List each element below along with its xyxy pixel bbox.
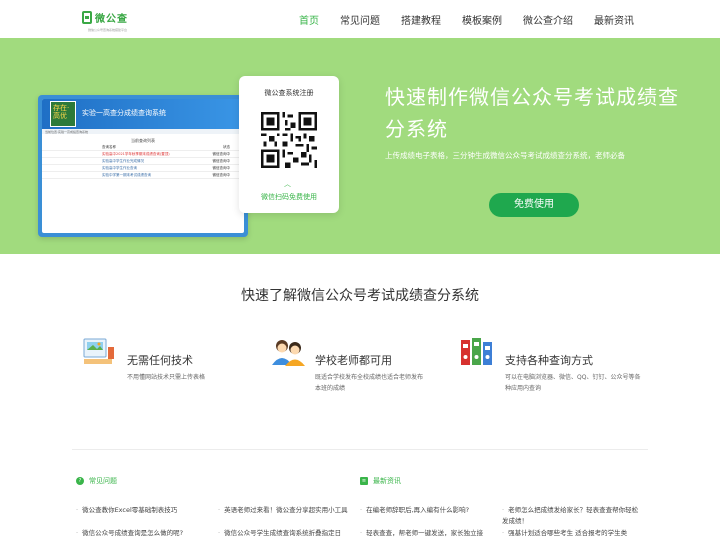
- hero-description: 上传成绩电子表格，三分钟生成微信公众号考试成绩查分系统，老师必备: [385, 151, 625, 160]
- logo-icon: [82, 11, 92, 24]
- feature-description: 可以在电脑浏览器、微信、QQ、钉钉、公众号等各种应用内查询: [505, 374, 641, 392]
- preview-row: 实验高中2021学年秋季期末成绩查询(置顶) 微信查询中: [42, 151, 244, 158]
- latest-news-heading-label: 最新资讯: [373, 477, 401, 485]
- nav-news[interactable]: 最新资讯: [594, 12, 634, 27]
- qr-register-card[interactable]: 微公查系统注册 ︿ 微信扫码免费使用: [239, 76, 339, 213]
- preview-row: 实验中学第一期末考试成绩查询 微信查询中: [42, 172, 244, 179]
- site-header: 微公查 微信公众号查询系统搭建平台 首页 常见问题 搭建教程 模板案例 微公查介…: [0, 0, 720, 38]
- logo-text: 微公查: [95, 14, 128, 25]
- computer-icon: [83, 338, 114, 364]
- feature-title: 支持各种查询方式: [505, 354, 593, 367]
- main-nav: 首页 常见问题 搭建教程 模板案例 微公查介绍 最新资讯: [299, 12, 634, 27]
- nav-about[interactable]: 微公查介绍: [523, 12, 573, 27]
- qr-caption: 微信扫码免费使用: [261, 193, 317, 201]
- system-preview-image: 存在·高优 实验一高查分成绩查询系统 当前位置:实验一高成绩查询系统 当前查询列…: [38, 95, 248, 237]
- preview-row: 实验高中学生作业完成情况 微信查询中: [42, 158, 244, 165]
- news-link[interactable]: 老师怎么把成绩发给家长？轻表查查帮你轻松发成绩！: [502, 505, 642, 527]
- news-link[interactable]: 强基计划适合哪些考生 适合报考的学生类: [502, 528, 642, 539]
- feature-title: 学校老师都可用: [315, 354, 392, 367]
- hero-banner: 存在·高优 实验一高查分成绩查询系统 当前位置:实验一高成绩查询系统 当前查询列…: [0, 38, 720, 254]
- free-use-button[interactable]: 免费使用: [489, 193, 579, 217]
- feature-title: 无需任何技术: [127, 354, 193, 367]
- logo[interactable]: 微公查: [82, 10, 128, 25]
- qr-code-icon: [261, 112, 317, 168]
- preview-row: 实验高中学生作业查询 微信查询中: [42, 165, 244, 172]
- document-icon: ≡: [360, 477, 368, 485]
- question-icon: ?: [76, 477, 84, 485]
- binders-icon: [461, 338, 492, 365]
- hero-title: 快速制作微信公众号考试成绩查分系统: [385, 85, 679, 141]
- news-link[interactable]: 轻表查查，帮老师一键发送，家长独立接: [360, 528, 495, 539]
- nav-home[interactable]: 首页: [299, 12, 319, 27]
- preview-subbar: 当前位置:实验一高成绩查询系统: [42, 129, 244, 134]
- feature-description: 既适合学校发布全校成绩也适合老师发布本班的成绩: [315, 374, 424, 392]
- preview-row: 查询名称 状态: [42, 144, 244, 151]
- feature-description: 不用懂网站技术只需上传表格: [127, 374, 206, 381]
- faq-heading-label: 常见问题: [89, 477, 117, 485]
- faq-heading[interactable]: ? 常见问题: [76, 476, 117, 486]
- latest-news-heading[interactable]: ≡ 最新资讯: [360, 476, 401, 486]
- faq-link[interactable]: 微信公众号成绩查询是怎么做的呢?: [76, 528, 211, 539]
- preview-badge: 存在·高优: [50, 101, 76, 127]
- preview-title: 实验一高查分成绩查询系统: [82, 109, 166, 117]
- section-title: 快速了解微信公众号考试成绩查分系统: [241, 288, 479, 304]
- faq-link[interactable]: 微公查教你Excel零基础制表技巧: [76, 505, 211, 516]
- qr-title: 微公查系统注册: [264, 89, 314, 97]
- nav-tutorial[interactable]: 搭建教程: [401, 12, 441, 27]
- teachers-icon: [272, 340, 305, 366]
- nav-faq[interactable]: 常见问题: [340, 12, 380, 27]
- news-link[interactable]: 在编老师辞职后,再入编有什么影响?: [360, 505, 495, 516]
- faq-link[interactable]: 英语老师过来看！微公查分享超实用小工具: [218, 505, 356, 516]
- nav-templates[interactable]: 模板案例: [462, 12, 502, 27]
- faq-link[interactable]: 微信公众号学生成绩查询系统折叠指定日: [218, 528, 356, 539]
- chevron-up-icon: ︿: [284, 180, 291, 188]
- section-divider: [72, 449, 648, 450]
- logo-subtitle: 微信公众号查询系统搭建平台: [88, 28, 128, 32]
